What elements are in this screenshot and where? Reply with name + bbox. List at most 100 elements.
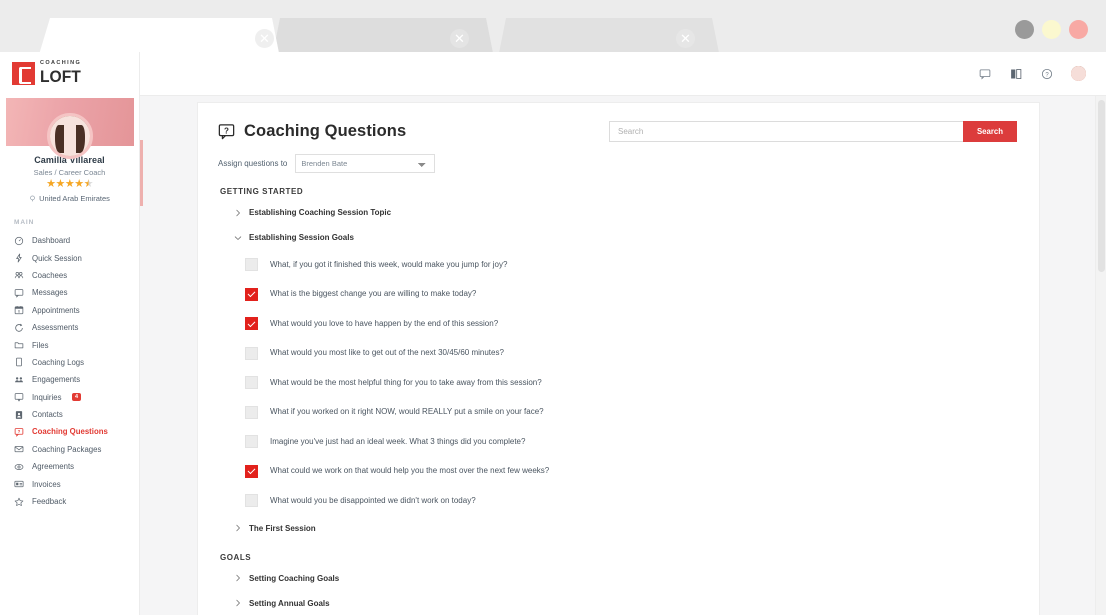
inquiry-icon xyxy=(14,392,24,402)
bolt-icon xyxy=(14,253,24,263)
help-icon-svg: ? xyxy=(1041,68,1053,80)
content-area: ? Coaching Questions Search Assign quest… xyxy=(140,96,1106,615)
minimize-dot[interactable] xyxy=(1015,20,1034,39)
sidebar-item-label: Contacts xyxy=(32,410,63,419)
chat-icon[interactable] xyxy=(978,67,992,81)
question-row[interactable]: What would you love to have happen by th… xyxy=(220,317,1039,330)
coaching-questions-card: ? Coaching Questions Search Assign quest… xyxy=(197,102,1040,615)
brand-wordmark: COACHING LOFT xyxy=(40,61,84,85)
search-bar: Search xyxy=(609,121,1017,142)
question-row[interactable]: What is the biggest change you are willi… xyxy=(220,288,1039,301)
question-row[interactable]: What if you worked on it right NOW, woul… xyxy=(220,406,1039,419)
sidebar-item-dashboard[interactable]: Dashboard xyxy=(0,232,139,249)
sidebar-item-inquiries[interactable]: Inquiries4 xyxy=(0,389,139,406)
svg-text:?: ? xyxy=(1045,72,1049,78)
content-scrollbar-thumb[interactable] xyxy=(1098,100,1105,272)
tab-close-icon-2[interactable]: ✕ xyxy=(450,29,469,48)
question-topic-row[interactable]: Setting Annual Goals xyxy=(220,599,1039,608)
sidebar-item-label: Coaching Questions xyxy=(32,427,108,436)
chevron-right-icon xyxy=(234,209,242,217)
question-checkbox[interactable] xyxy=(245,317,258,330)
sidebar-item-agreements[interactable]: Agreements xyxy=(0,458,139,475)
question-topic-row[interactable]: Setting Coaching Goals xyxy=(220,574,1039,583)
question-row[interactable]: What, if you got it finished this week, … xyxy=(220,258,1039,271)
question-topic-label: Setting Annual Goals xyxy=(249,599,330,608)
chat-icon-svg xyxy=(979,68,991,80)
star-icon-5-half: ★ xyxy=(84,178,93,190)
decorative-accent-bar xyxy=(140,140,143,206)
maximize-dot[interactable] xyxy=(1042,20,1061,39)
question-text: What if you worked on it right NOW, woul… xyxy=(270,408,544,416)
question-row[interactable]: What could we work on that would help yo… xyxy=(220,465,1039,478)
star-icon-3: ★ xyxy=(65,178,74,190)
star-icon-4: ★ xyxy=(74,178,83,190)
user-avatar-photo xyxy=(1071,66,1086,81)
brand-logo[interactable]: COACHING LOFT xyxy=(0,52,139,94)
sidebar-item-label: Quick Session xyxy=(32,254,82,263)
close-dot[interactable] xyxy=(1069,20,1088,39)
star-icon xyxy=(14,497,24,507)
search-button[interactable]: Search xyxy=(963,121,1017,142)
sidebar-item-label: Assessments xyxy=(32,323,78,332)
question-topic-row[interactable]: Establishing Session Goals xyxy=(220,233,1039,242)
question-checkbox[interactable] xyxy=(245,435,258,448)
sidebar-item-coaching-packages[interactable]: Coaching Packages xyxy=(0,441,139,458)
sidebar-item-coaching-questions[interactable]: ? Coaching Questions xyxy=(0,423,139,440)
sidebar-item-engagements[interactable]: Engagements xyxy=(0,371,139,388)
question-checkbox[interactable] xyxy=(245,376,258,389)
sidebar-item-feedback[interactable]: Feedback xyxy=(0,493,139,510)
question-row[interactable]: What would be the most helpful thing for… xyxy=(220,376,1039,389)
assign-questions-select[interactable]: Brenden Bate xyxy=(295,154,435,173)
folder-icon xyxy=(14,340,24,350)
question-checkbox[interactable] xyxy=(245,288,258,301)
avatar[interactable] xyxy=(47,113,93,159)
question-topic-row[interactable]: Establishing Coaching Session Topic xyxy=(220,208,1039,217)
coachees-icon xyxy=(14,270,24,280)
question-checkbox[interactable] xyxy=(245,258,258,271)
page-title-text: Coaching Questions xyxy=(244,122,406,141)
sidebar-item-coaching-logs[interactable]: Coaching Logs xyxy=(0,354,139,371)
sidebar-item-quick-session[interactable]: Quick Session xyxy=(0,249,139,266)
sidebar-item-label: Files xyxy=(32,341,48,350)
question-checkbox[interactable] xyxy=(245,465,258,478)
sidebar-item-messages[interactable]: Messages xyxy=(0,284,139,301)
app-shell: COACHING LOFT Camilla Villareal Sales / … xyxy=(0,52,1106,615)
question-row[interactable]: Imagine you've just had an ideal week. W… xyxy=(220,435,1039,448)
sidebar-item-assessments[interactable]: Assessments xyxy=(0,319,139,336)
question-row[interactable]: What would you most like to get out of t… xyxy=(220,347,1039,360)
question-text: What could we work on that would help yo… xyxy=(270,467,549,475)
sidebar-item-appointments[interactable]: 6Appointments xyxy=(0,302,139,319)
user-avatar[interactable] xyxy=(1071,66,1086,81)
tab-close-icon-3[interactable]: ✕ xyxy=(676,29,695,48)
sidebar-item-contacts[interactable]: Contacts xyxy=(0,406,139,423)
sidebar-item-files[interactable]: Files xyxy=(0,336,139,353)
sidebar-item-label: Messages xyxy=(32,288,68,297)
question-text: What is the biggest change you are willi… xyxy=(270,290,476,298)
book-icon[interactable] xyxy=(1009,67,1023,81)
tab-close-icon-1[interactable]: ✕ xyxy=(255,29,274,48)
sidebar-item-invoices[interactable]: Invoices xyxy=(0,475,139,492)
book-icon-svg xyxy=(1010,68,1022,80)
question-checkbox[interactable] xyxy=(245,494,258,507)
svg-text:?: ? xyxy=(18,429,21,434)
question-topic-label: Setting Coaching Goals xyxy=(249,574,339,583)
chevron-down-icon xyxy=(234,234,242,242)
svg-text:?: ? xyxy=(224,127,229,136)
content-scrollbar-track[interactable] xyxy=(1095,96,1106,615)
question-row[interactable]: What would you be disappointed we didn't… xyxy=(220,494,1039,507)
search-input[interactable] xyxy=(609,121,963,142)
sidebar-item-badge: 4 xyxy=(72,393,80,401)
agreement-icon xyxy=(14,462,24,472)
sidebar-item-label: Coaching Packages xyxy=(32,445,101,454)
window-controls xyxy=(1015,20,1088,39)
sidebar-item-coachees[interactable]: Coachees xyxy=(0,267,139,284)
profile-location: United Arab Emirates xyxy=(6,194,134,203)
chevron-right-icon xyxy=(234,599,242,607)
sidebar-item-label: Coachees xyxy=(32,271,67,280)
questions-list: GETTING STARTEDEstablishing Coaching Ses… xyxy=(198,173,1039,608)
question-topic-row[interactable]: The First Session xyxy=(220,524,1039,533)
question-checkbox[interactable] xyxy=(245,347,258,360)
help-icon[interactable]: ? xyxy=(1040,67,1054,81)
assessment-icon xyxy=(14,323,24,333)
question-checkbox[interactable] xyxy=(245,406,258,419)
